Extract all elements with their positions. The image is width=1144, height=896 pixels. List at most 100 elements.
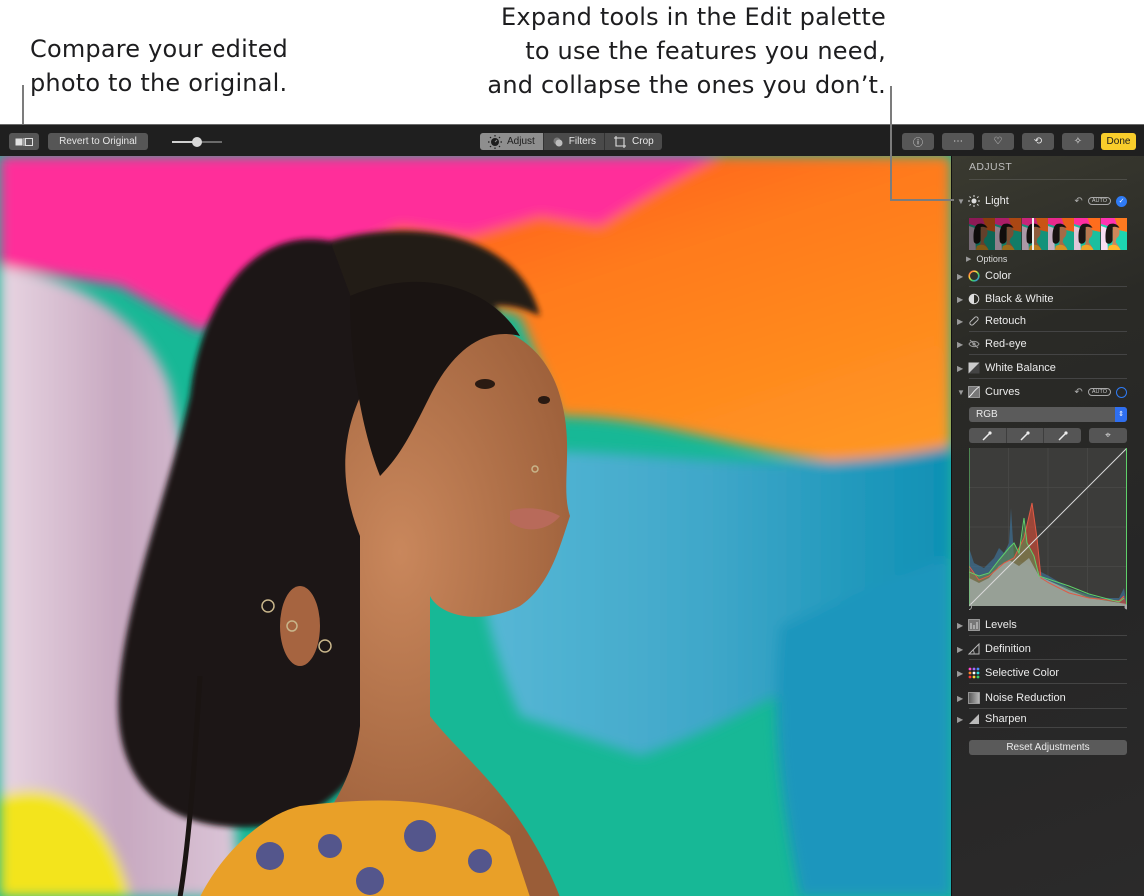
tool-sharpen[interactable]: ▶ Sharpen — [952, 710, 1144, 728]
light-thumbnail[interactable] — [1021, 218, 1048, 250]
more-button[interactable]: ⋯ — [942, 133, 974, 150]
disclosure-collapsed-icon[interactable]: ▶ — [957, 317, 963, 326]
light-slider-handle[interactable] — [1032, 218, 1034, 250]
disclosure-expanded-icon[interactable]: ▼ — [957, 197, 965, 206]
light-thumbnail[interactable] — [1100, 218, 1127, 250]
half-circle-icon — [968, 293, 980, 305]
sun-icon — [968, 195, 980, 207]
light-thumbnail[interactable] — [995, 218, 1022, 250]
curves-icon — [968, 386, 980, 398]
tool-selective-color-label: Selective Color — [985, 667, 1059, 679]
eyedropper-icon — [982, 430, 992, 441]
callout-compare: Compare your edited photo to the origina… — [30, 32, 288, 100]
levels-icon — [968, 619, 980, 631]
adjust-title: ADJUST — [969, 161, 1013, 173]
tool-color-label: Color — [985, 270, 1012, 282]
eyedropper-icon — [1020, 430, 1030, 441]
photo-canvas[interactable] — [0, 156, 951, 896]
photos-edit-window: Revert to Original Adjust Filters Crop ⓘ… — [0, 124, 1144, 896]
rotate-button[interactable]: ⟲ — [1022, 133, 1054, 150]
disclosure-collapsed-icon[interactable]: ▶ — [957, 340, 963, 349]
callout-line: and collapse the ones you don’t. — [487, 71, 886, 99]
tab-adjust-label: Adjust — [507, 136, 535, 147]
revert-to-original-button[interactable]: Revert to Original — [48, 133, 148, 150]
curves-controls: ↶ AUTO — [1074, 386, 1127, 398]
noise-reduction-icon — [968, 692, 980, 704]
disclosure-collapsed-icon[interactable]: ▶ — [957, 272, 963, 281]
tab-adjust[interactable]: Adjust — [480, 133, 544, 150]
crosshair-icon: ⌖ — [1105, 430, 1111, 441]
white-point-eyedropper[interactable] — [1044, 428, 1081, 443]
tool-levels[interactable]: ▶ Levels — [952, 614, 1144, 636]
tool-red-eye[interactable]: ▶ Red-eye — [952, 333, 1144, 355]
tool-color[interactable]: ▶ Color — [952, 265, 1144, 287]
tab-crop[interactable]: Crop — [605, 133, 662, 150]
auto-enhance-button[interactable]: ✧ — [1062, 133, 1094, 150]
divider — [969, 286, 1127, 287]
tool-light[interactable]: ▼ Light ↶ AUTO ✓ — [952, 190, 1144, 212]
favorite-button[interactable]: ♡ — [982, 133, 1014, 150]
undo-icon[interactable]: ↶ — [1074, 196, 1082, 207]
tool-selective-color[interactable]: ▶ Selective Color — [952, 662, 1144, 684]
tool-retouch[interactable]: ▶ Retouch — [952, 310, 1144, 332]
edit-toolbar: Revert to Original Adjust Filters Crop ⓘ… — [0, 125, 1144, 156]
color-wheel-icon — [968, 270, 980, 282]
callout-leader-line — [890, 86, 892, 200]
white-balance-icon — [968, 362, 980, 374]
gray-point-eyedropper[interactable] — [1007, 428, 1045, 443]
adjust-dial-icon — [488, 134, 502, 149]
reset-adjustments-button[interactable]: Reset Adjustments — [969, 740, 1127, 755]
curves-histogram[interactable] — [969, 448, 1127, 610]
rotate-icon: ⟲ — [1033, 136, 1043, 147]
tool-curves-label: Curves — [985, 386, 1020, 398]
tab-filters[interactable]: Filters — [544, 133, 606, 150]
enable-toggle-icon[interactable] — [1116, 386, 1127, 398]
tool-curves[interactable]: ▼ Curves ↶ AUTO — [952, 381, 1144, 403]
zoom-slider-thumb[interactable] — [192, 137, 202, 147]
eyedropper-icon — [1058, 430, 1068, 441]
callout-line: photo to the original. — [30, 69, 288, 97]
light-thumbnail-strip[interactable] — [969, 218, 1127, 250]
disclosure-collapsed-icon[interactable]: ▶ — [957, 645, 963, 654]
light-thumbnail[interactable] — [1074, 218, 1101, 250]
bandage-icon — [968, 315, 980, 327]
info-button[interactable]: ⓘ — [902, 133, 934, 150]
auto-button[interactable]: AUTO — [1087, 197, 1111, 205]
disclosure-collapsed-icon[interactable]: ▶ — [957, 669, 963, 678]
tool-black-white[interactable]: ▶ Black & White — [952, 288, 1144, 310]
info-icon: ⓘ — [913, 138, 923, 149]
auto-button[interactable]: AUTO — [1087, 388, 1111, 396]
disclosure-collapsed-icon[interactable]: ▶ — [957, 694, 963, 703]
tab-filters-label: Filters — [568, 136, 597, 147]
crop-icon — [614, 135, 627, 148]
add-point-button[interactable]: ⌖ — [1089, 428, 1127, 443]
light-thumbnail[interactable] — [1047, 218, 1075, 250]
light-thumbnail[interactable] — [969, 218, 996, 250]
disclosure-collapsed-icon[interactable]: ▶ — [957, 715, 963, 724]
enabled-checkmark-icon[interactable]: ✓ — [1116, 195, 1127, 207]
light-options-toggle[interactable]: ▶ Options — [966, 254, 1007, 264]
tool-white-balance[interactable]: ▶ White Balance — [952, 357, 1144, 379]
tool-definition[interactable]: ▶ Definition — [952, 638, 1144, 660]
callout-leader-line — [22, 85, 24, 125]
divider — [969, 659, 1127, 660]
done-button[interactable]: Done — [1101, 133, 1136, 150]
disclosure-collapsed-icon: ▶ — [966, 256, 972, 263]
disclosure-collapsed-icon[interactable]: ▶ — [957, 295, 963, 304]
disclosure-collapsed-icon[interactable]: ▶ — [957, 621, 963, 630]
disclosure-expanded-icon[interactable]: ▼ — [957, 388, 965, 397]
tool-sharpen-label: Sharpen — [985, 713, 1027, 725]
tab-crop-label: Crop — [632, 136, 654, 147]
black-point-eyedropper[interactable] — [969, 428, 1007, 443]
undo-icon[interactable]: ↶ — [1074, 387, 1082, 398]
tool-definition-label: Definition — [985, 643, 1031, 655]
disclosure-collapsed-icon[interactable]: ▶ — [957, 364, 963, 373]
definition-icon — [968, 643, 980, 655]
portrait-photo — [0, 156, 951, 896]
curves-channel-select[interactable]: RGB ⇕ — [969, 407, 1127, 422]
tool-noise-reduction[interactable]: ▶ Noise Reduction — [952, 687, 1144, 709]
compare-button[interactable] — [9, 133, 39, 150]
split-view-icon — [15, 137, 33, 146]
zoom-slider[interactable] — [172, 137, 222, 147]
eyedropper-group — [969, 428, 1081, 443]
